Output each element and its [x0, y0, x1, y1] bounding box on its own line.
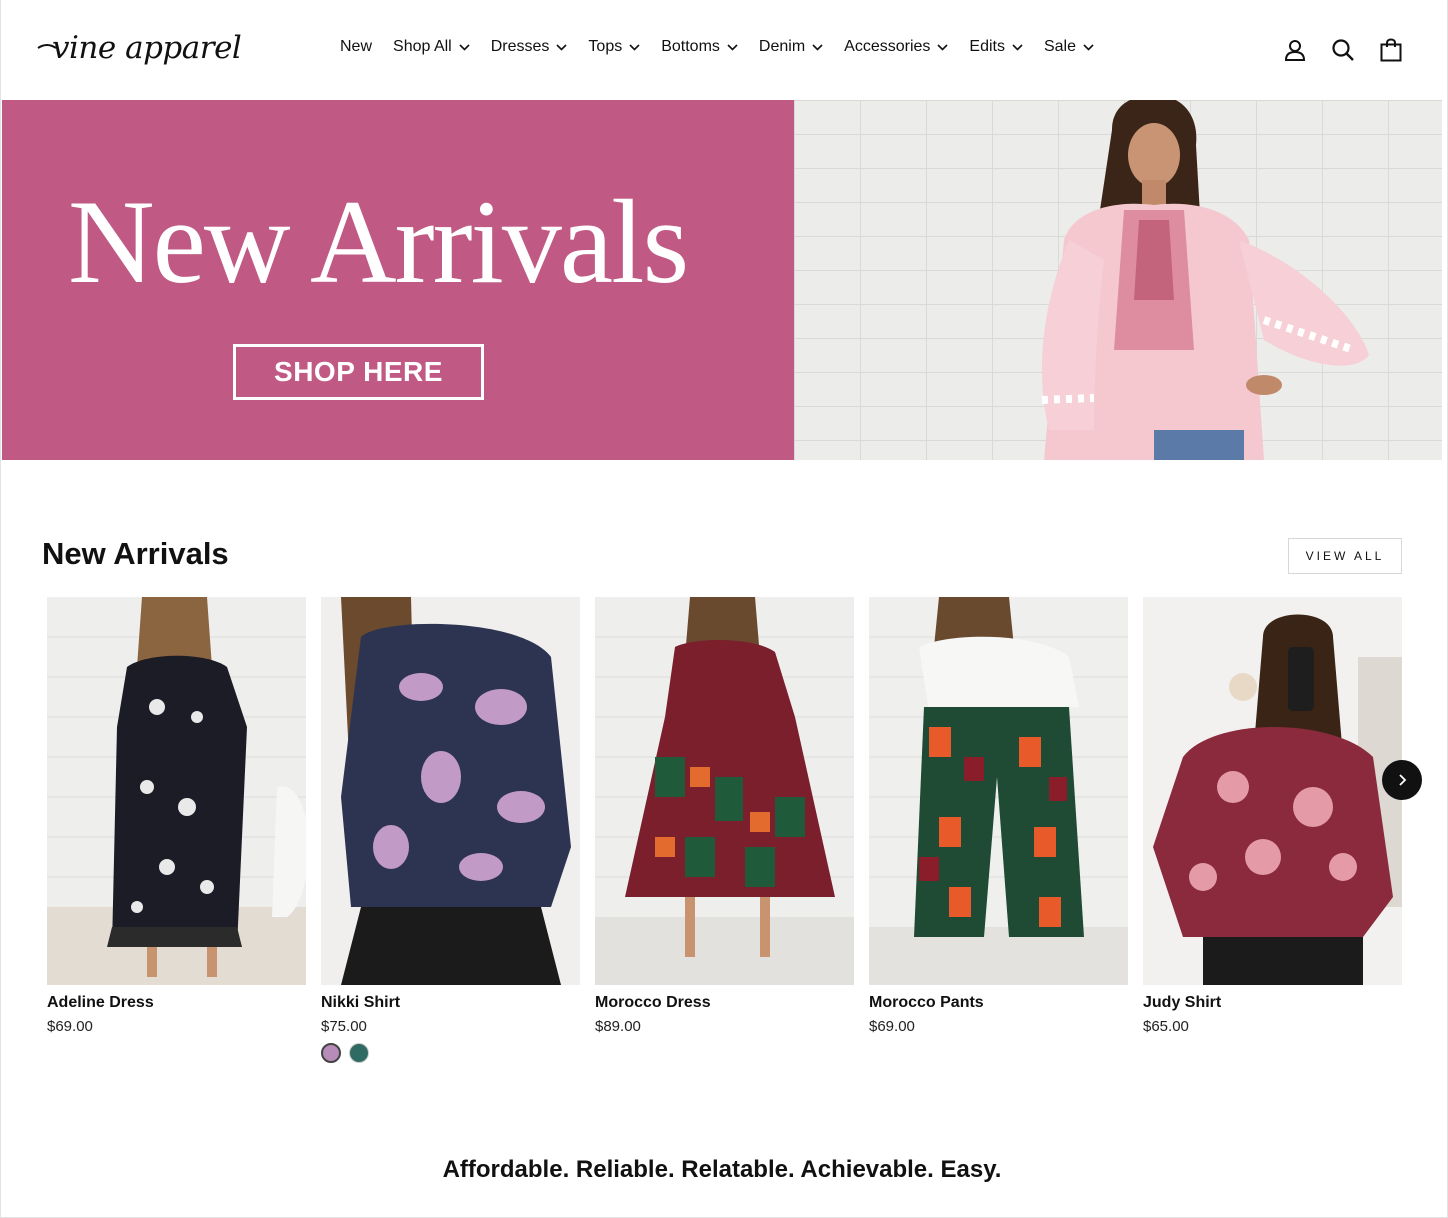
- hero-image: [794, 100, 1442, 460]
- product-card[interactable]: Morocco Dress $89.00: [595, 597, 854, 1035]
- main-nav: New Shop All Dresses Tops Bottoms Denim …: [340, 38, 1115, 56]
- nav-label: Tops: [588, 38, 623, 55]
- nav-item-shop-all[interactable]: Shop All: [393, 38, 470, 56]
- nav-item-dresses[interactable]: Dresses: [491, 38, 568, 56]
- product-name[interactable]: Morocco Pants: [869, 994, 984, 1012]
- product-price: $65.00: [1143, 1018, 1189, 1035]
- cart-icon[interactable]: [1376, 36, 1406, 64]
- nav-label: Dresses: [490, 38, 550, 55]
- nav-item-bottoms[interactable]: Bottoms: [661, 38, 738, 56]
- site-header: vine apparel New Shop All Dresses Tops B…: [0, 0, 1448, 100]
- product-card[interactable]: Morocco Pants $69.00: [869, 597, 1128, 1035]
- brand-tagline: Affordable. Reliable. Relatable. Achieva…: [442, 1156, 1002, 1183]
- hero-panel: New Arrivals SHOP HERE: [2, 100, 794, 460]
- product-card[interactable]: Judy Shirt $65.00: [1143, 597, 1402, 1035]
- product-price: $89.00: [595, 1018, 641, 1035]
- product-image[interactable]: [869, 597, 1128, 985]
- chevron-down-icon: [1012, 43, 1023, 51]
- nav-label: Shop All: [393, 38, 452, 55]
- chevron-down-icon: [812, 43, 823, 51]
- nav-label: Edits: [969, 38, 1005, 55]
- shop-here-button[interactable]: SHOP HERE: [233, 344, 484, 400]
- nav-label: Sale: [1043, 38, 1076, 55]
- product-image[interactable]: [47, 597, 306, 985]
- view-all-button[interactable]: VIEW ALL: [1288, 538, 1402, 574]
- product-image[interactable]: [595, 597, 854, 985]
- chevron-down-icon: [1083, 43, 1094, 51]
- brand-logo[interactable]: vine apparel: [36, 22, 242, 74]
- nav-item-accessories[interactable]: Accessories: [844, 38, 948, 56]
- model-photo: [1041, 100, 1369, 460]
- nav-label: Denim: [758, 38, 806, 55]
- product-name[interactable]: Nikki Shirt: [321, 994, 400, 1012]
- hero-title: New Arrivals: [68, 175, 689, 308]
- search-icon[interactable]: [1328, 36, 1358, 64]
- nav-label: Bottoms: [661, 38, 720, 55]
- swatch-purple[interactable]: [321, 1043, 341, 1063]
- chevron-down-icon: [629, 43, 640, 51]
- nav-item-denim[interactable]: Denim: [759, 38, 823, 56]
- chevron-down-icon: [459, 43, 470, 51]
- nav-item-new[interactable]: New: [340, 38, 372, 56]
- product-name[interactable]: Morocco Dress: [595, 994, 711, 1012]
- carousel-next-button[interactable]: [1382, 760, 1422, 800]
- nav-item-edits[interactable]: Edits: [969, 38, 1023, 56]
- nav-label: New: [340, 38, 373, 55]
- product-card[interactable]: Adeline Dress $69.00: [47, 597, 306, 1035]
- chevron-down-icon: [937, 43, 948, 51]
- color-swatches: [321, 1043, 377, 1063]
- section-title: New Arrivals: [42, 536, 229, 571]
- product-price: $69.00: [869, 1018, 915, 1035]
- product-card[interactable]: Nikki Shirt $75.00: [321, 597, 580, 1063]
- swatch-green[interactable]: [349, 1043, 369, 1063]
- product-price: $75.00: [321, 1018, 367, 1035]
- chevron-down-icon: [727, 43, 738, 51]
- chevron-down-icon: [556, 43, 567, 51]
- nav-item-sale[interactable]: Sale: [1044, 38, 1094, 56]
- product-image[interactable]: [1143, 597, 1402, 985]
- header-icons: [1280, 36, 1424, 64]
- brand-name: vine apparel: [52, 30, 242, 66]
- hero-banner[interactable]: New Arrivals SHOP HERE: [2, 100, 1442, 460]
- product-name[interactable]: Judy Shirt: [1143, 994, 1221, 1012]
- chevron-right-icon: [1399, 774, 1407, 786]
- account-icon[interactable]: [1280, 36, 1310, 64]
- nav-item-tops[interactable]: Tops: [588, 38, 640, 56]
- nav-label: Accessories: [844, 38, 931, 55]
- product-image[interactable]: [321, 597, 580, 985]
- product-price: $69.00: [47, 1018, 93, 1035]
- product-name[interactable]: Adeline Dress: [47, 994, 154, 1012]
